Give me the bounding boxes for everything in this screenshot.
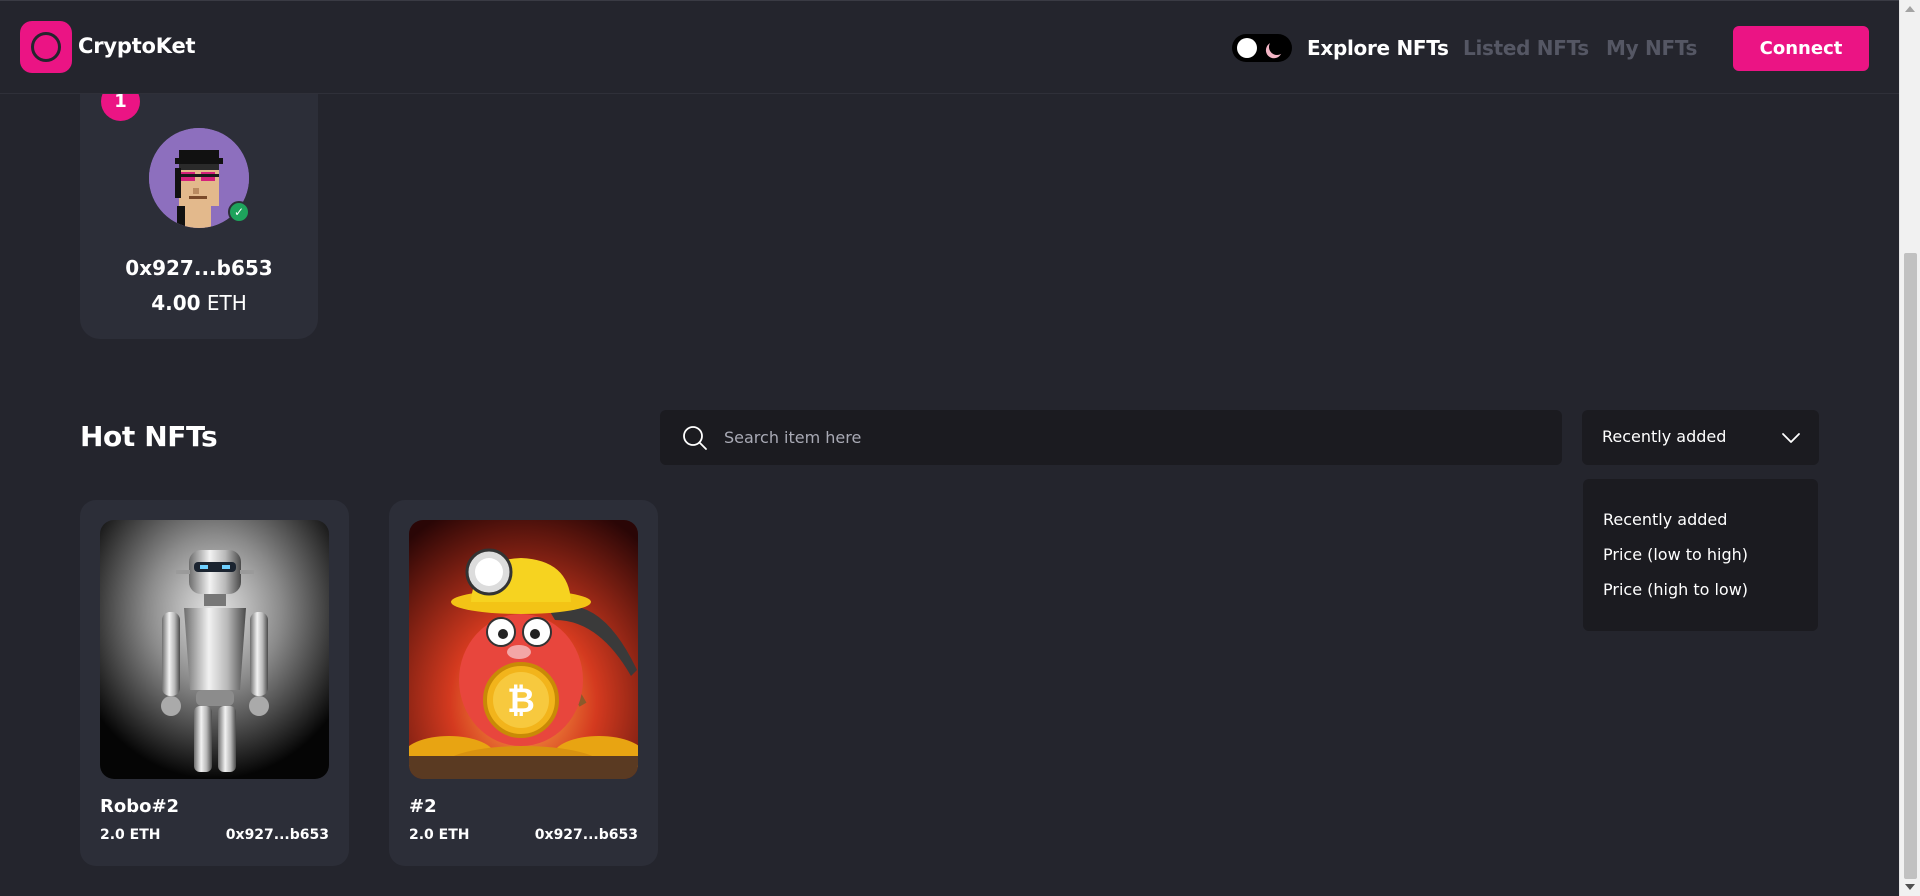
nav-link-listed-nfts[interactable]: Listed NFTs (1463, 36, 1589, 60)
theme-toggle[interactable] (1232, 34, 1292, 62)
nav-link-my-nfts[interactable]: My NFTs (1606, 36, 1697, 60)
scroll-up-arrow-icon[interactable] (1905, 6, 1915, 12)
search-input[interactable] (722, 410, 1542, 465)
sort-selected-value: Recently added (1602, 427, 1727, 446)
section-title: Hot NFTs (80, 420, 218, 453)
sort-option-price-low-high[interactable]: Price (low to high) (1603, 545, 1748, 564)
moon-icon (1267, 37, 1288, 58)
creator-balance: 4.00 ETH (80, 291, 318, 315)
toggle-knob (1237, 38, 1257, 58)
page-scrollbar[interactable] (1899, 0, 1920, 896)
nft-card[interactable]: Robo#2 2.0 ETH 0x927...b653 (80, 500, 349, 866)
nft-image (100, 520, 329, 779)
nft-price: 2.0 ETH (100, 827, 161, 843)
sort-option-price-high-low[interactable]: Price (high to low) (1603, 580, 1748, 599)
creator-address: 0x927...b653 (125, 256, 273, 280)
verified-icon: ✓ (228, 201, 250, 223)
sort-select[interactable]: Recently added (1582, 410, 1819, 465)
svg-text:₿: ₿ (507, 681, 535, 721)
brand-name[interactable]: CryptoKet (78, 34, 196, 58)
nft-owner: 0x927...b653 (225, 827, 329, 843)
creator-card[interactable]: 1 ✓ 0x927...b653 4.00 ETH (80, 60, 318, 339)
sort-option-recently-added[interactable]: Recently added (1603, 510, 1727, 529)
logo-icon[interactable] (20, 21, 72, 73)
nft-price: 2.0 ETH (409, 827, 470, 843)
nav-link-explore-nfts[interactable]: Explore NFTs (1307, 36, 1449, 60)
balance-amount: 4.00 (151, 291, 201, 315)
top-navbar: CryptoKet Explore NFTs Listed NFTs My NF… (0, 0, 1899, 94)
search-icon (683, 426, 707, 450)
connect-button[interactable]: Connect (1733, 26, 1869, 71)
nft-owner: 0x927...b653 (534, 827, 638, 843)
chevron-down-icon (1782, 433, 1800, 443)
balance-currency: ETH (206, 291, 247, 315)
nft-name: Robo#2 (100, 796, 180, 817)
scroll-thumb[interactable] (1904, 253, 1917, 879)
nft-name: #2 (409, 796, 437, 817)
sort-dropdown: Recently added Price (low to high) Price… (1583, 479, 1818, 631)
nft-image: ₿ (409, 520, 638, 779)
nft-card[interactable]: ₿ #2 2.0 ETH 0x927...b653 (389, 500, 658, 866)
scroll-down-arrow-icon[interactable] (1905, 884, 1915, 890)
search-box[interactable] (660, 410, 1562, 465)
